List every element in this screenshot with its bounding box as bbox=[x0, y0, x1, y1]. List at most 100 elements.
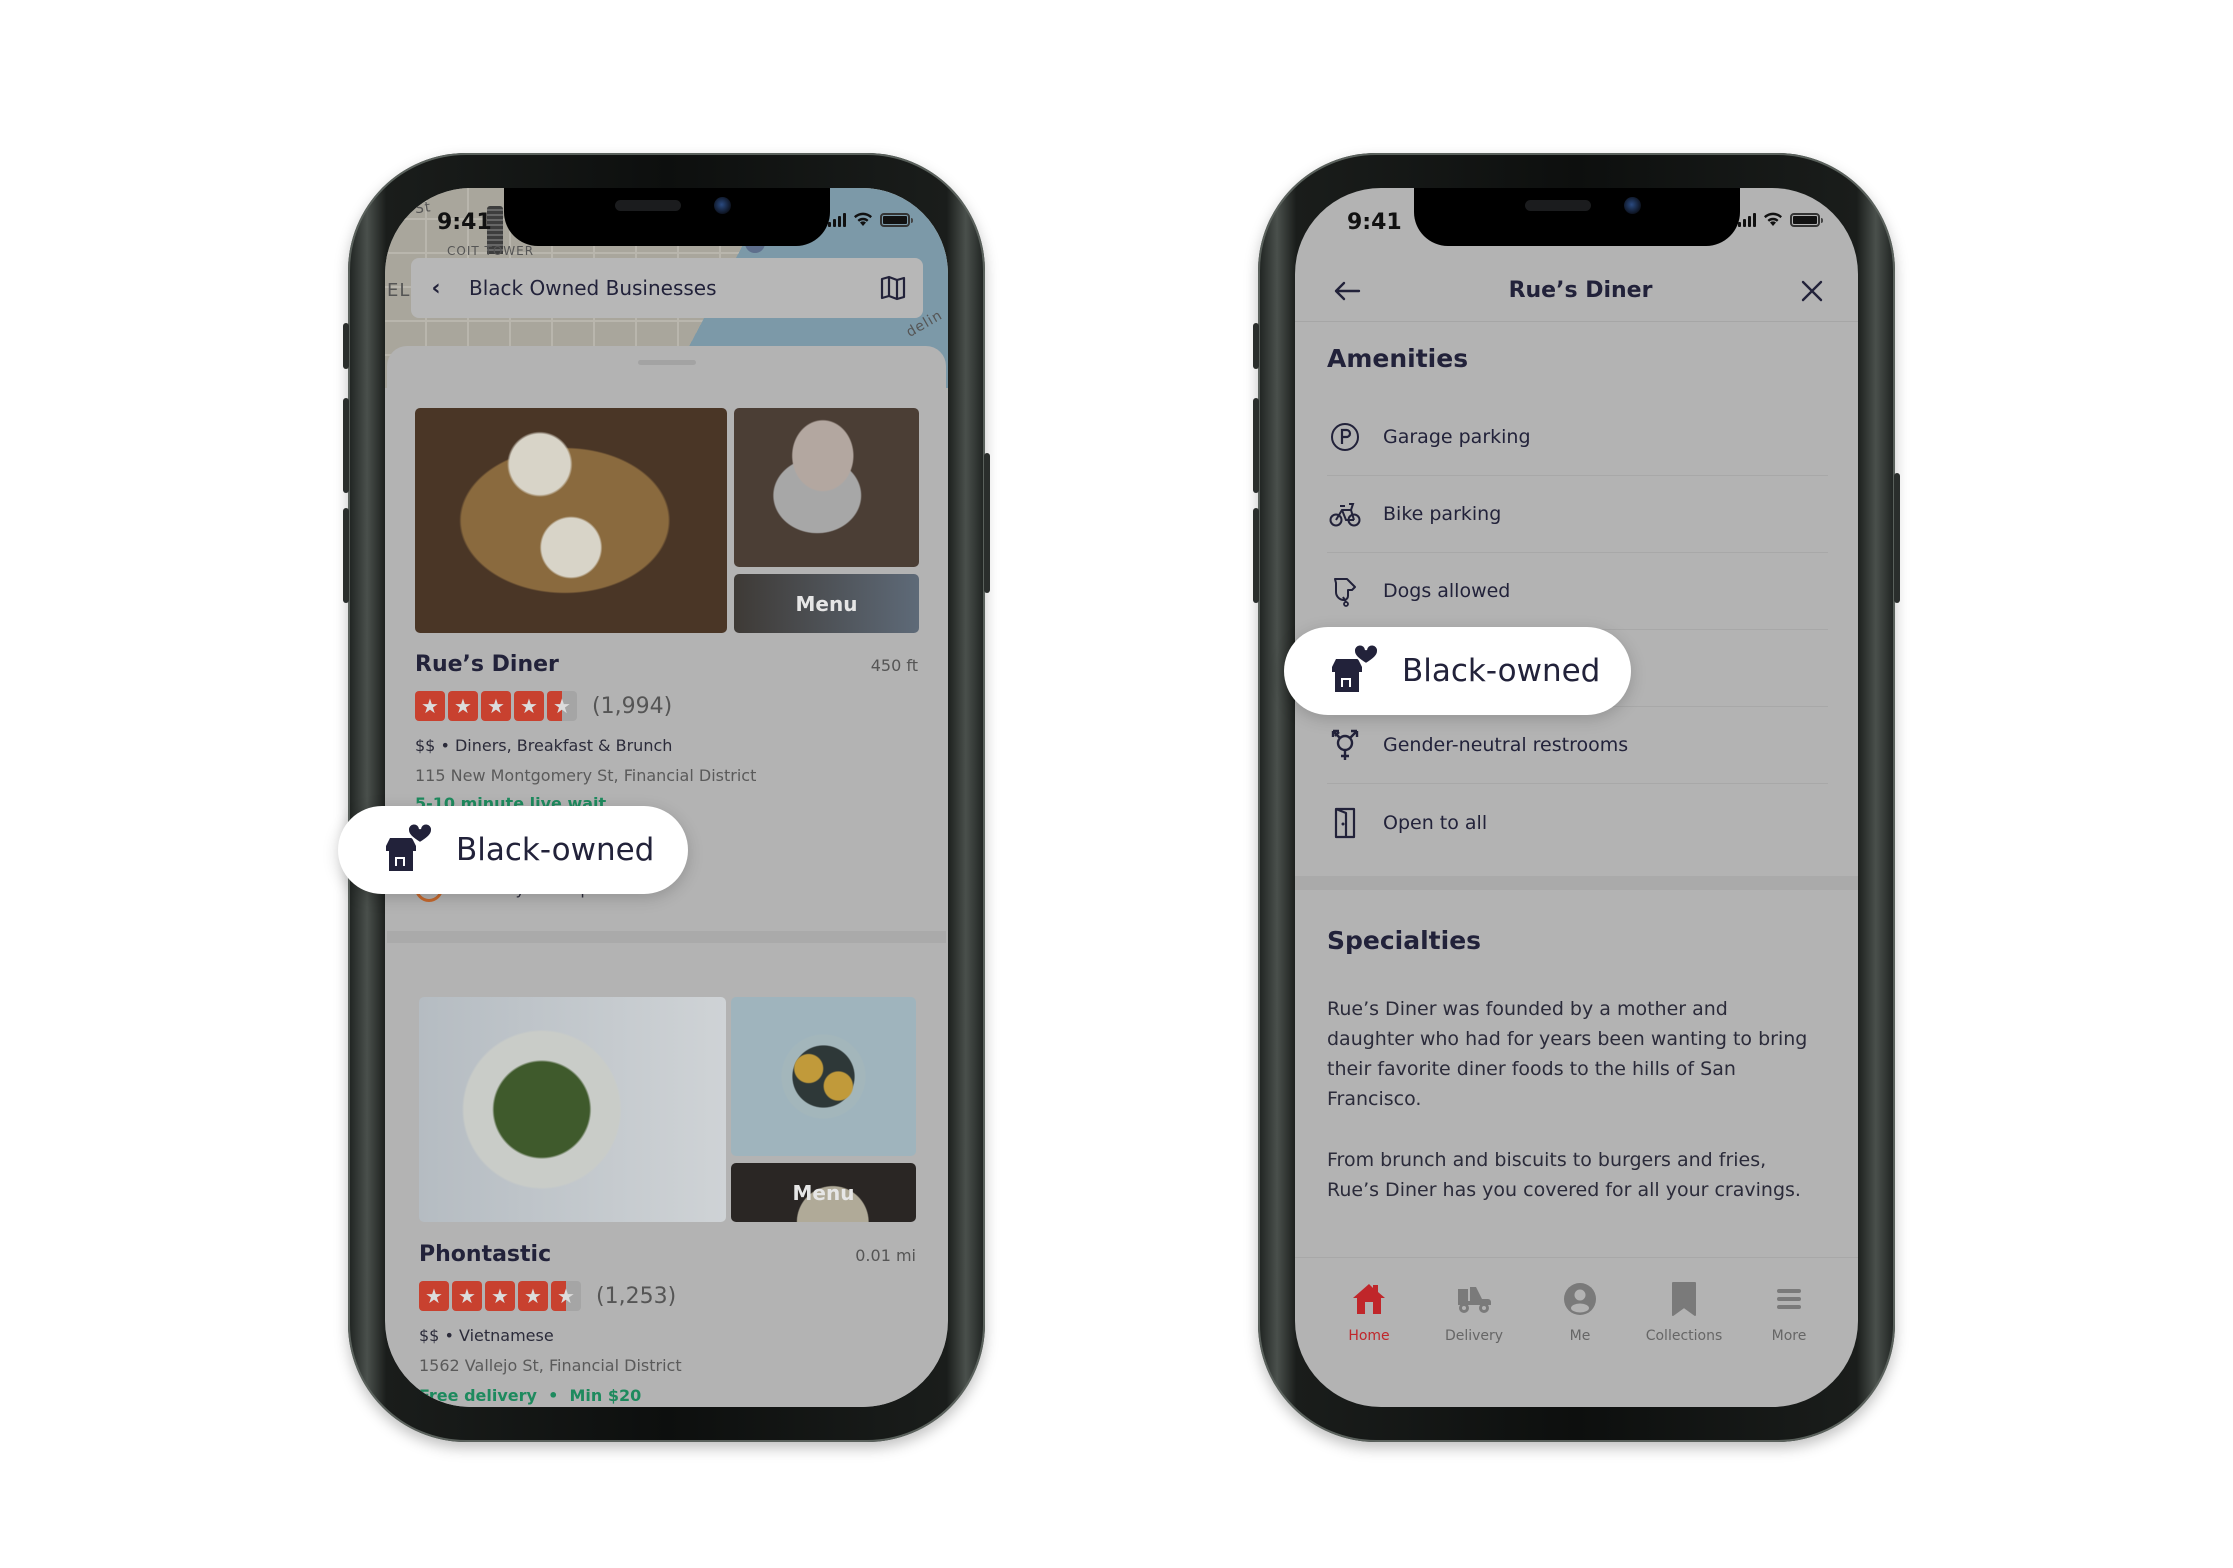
dog-icon bbox=[1334, 578, 1356, 607]
star-icon: ★ bbox=[448, 691, 478, 721]
business-price-categories: $$ • Diners, Breakfast & Brunch bbox=[415, 736, 673, 755]
tab-me[interactable]: Me bbox=[1530, 1280, 1630, 1344]
menu-photo-button[interactable]: Menu bbox=[731, 1163, 916, 1222]
business-address: 1562 Vallejo St, Financial District bbox=[419, 1356, 682, 1375]
menu-photo-button[interactable]: Menu bbox=[734, 574, 919, 633]
tab-more[interactable]: More bbox=[1739, 1280, 1839, 1344]
notch bbox=[503, 188, 830, 246]
detail-header: Rue’s Diner bbox=[1295, 260, 1858, 322]
bookmark-icon bbox=[1672, 1282, 1696, 1316]
signal-icon bbox=[1738, 213, 1756, 227]
business-name[interactable]: Rue’s Diner bbox=[415, 652, 559, 677]
status-time: 9:41 bbox=[437, 210, 492, 235]
volume-up-button bbox=[1253, 398, 1259, 493]
amenity-label: Bike parking bbox=[1383, 503, 1502, 525]
volume-down-button bbox=[343, 508, 349, 603]
business-address: 115 New Montgomery St, Financial Distric… bbox=[415, 766, 757, 785]
map-area-label: EL bbox=[387, 280, 411, 301]
star-rating: ★ ★ ★ ★ ★ (1,253) bbox=[419, 1281, 676, 1311]
battery-icon bbox=[1790, 213, 1823, 227]
black-owned-badge-callout: Black-owned bbox=[338, 806, 688, 894]
map-street-label: ch St bbox=[390, 199, 433, 221]
tab-delivery[interactable]: Delivery bbox=[1424, 1280, 1524, 1344]
menu-icon bbox=[1777, 1289, 1801, 1309]
half-star-icon: ★ bbox=[551, 1281, 581, 1311]
wifi-icon bbox=[1764, 212, 1782, 226]
chevron-left-icon[interactable]: ‹ bbox=[411, 276, 461, 301]
tab-collections[interactable]: Collections bbox=[1634, 1280, 1734, 1344]
bike-icon bbox=[1329, 503, 1361, 527]
gender-neutral-icon bbox=[1331, 729, 1359, 760]
tab-home[interactable]: Home bbox=[1319, 1280, 1419, 1344]
star-icon: ★ bbox=[419, 1281, 449, 1311]
home-icon bbox=[1353, 1284, 1385, 1314]
card-divider bbox=[387, 931, 946, 943]
specialties-title: Specialties bbox=[1327, 926, 1482, 955]
right-screen: 9:41 Rue’s Diner Amenities Garage parkin… bbox=[1295, 188, 1858, 1407]
star-icon: ★ bbox=[452, 1281, 482, 1311]
amenity-item: Dogs allowed bbox=[1327, 553, 1828, 630]
map-toggle-button[interactable] bbox=[863, 274, 923, 302]
detail-title: Rue’s Diner bbox=[1508, 278, 1653, 303]
amenity-label: Open to all bbox=[1383, 811, 1488, 834]
arrow-left-icon[interactable] bbox=[1333, 280, 1361, 302]
left-phone-frame: ch St COIT TOWER EL delin 9:41 ‹ Black O… bbox=[343, 153, 990, 1442]
business-photo-main[interactable] bbox=[419, 997, 726, 1222]
search-header-bar: ‹ Black Owned Businesses bbox=[411, 258, 923, 318]
amenity-item: Garage parking bbox=[1327, 399, 1828, 476]
tab-label: Delivery bbox=[1444, 1328, 1504, 1344]
power-button bbox=[1894, 473, 1900, 603]
business-photo-secondary[interactable] bbox=[734, 408, 919, 567]
notch bbox=[1413, 188, 1740, 246]
menu-label: Menu bbox=[795, 591, 858, 616]
door-icon bbox=[1334, 807, 1356, 838]
star-icon: ★ bbox=[518, 1281, 548, 1311]
map-icon bbox=[880, 275, 906, 301]
black-owned-store-heart-icon bbox=[1332, 645, 1379, 692]
amenity-item: Bike parking bbox=[1327, 476, 1828, 553]
business-price-categories: $$ • Vietnamese bbox=[419, 1326, 554, 1345]
tab-label: Collections bbox=[1645, 1328, 1723, 1344]
status-time: 9:41 bbox=[1347, 210, 1402, 235]
amenities-title: Amenities bbox=[1327, 344, 1469, 373]
section-divider bbox=[1295, 876, 1858, 890]
battery-icon bbox=[880, 213, 913, 227]
star-icon: ★ bbox=[415, 691, 445, 721]
parking-icon bbox=[1331, 423, 1359, 451]
business-name[interactable]: Phontastic bbox=[419, 1242, 551, 1267]
tab-label: More bbox=[1771, 1328, 1807, 1344]
star-rating: ★ ★ ★ ★ ★ (1,994) bbox=[415, 691, 672, 721]
left-screen: ch St COIT TOWER EL delin 9:41 ‹ Black O… bbox=[385, 188, 948, 1407]
badge-label: Black-owned bbox=[1402, 653, 1601, 689]
tab-label: Home bbox=[1348, 1328, 1390, 1344]
sheet-grabber[interactable] bbox=[637, 360, 696, 365]
mute-switch bbox=[343, 323, 349, 369]
close-icon[interactable] bbox=[1800, 279, 1824, 303]
header-title: Black Owned Businesses bbox=[469, 276, 717, 300]
business-distance: 0.01 mi bbox=[855, 1246, 916, 1265]
half-star-icon: ★ bbox=[547, 691, 577, 721]
black-owned-store-heart-icon bbox=[386, 824, 433, 871]
star-icon: ★ bbox=[514, 691, 544, 721]
volume-down-button bbox=[1253, 508, 1259, 603]
badge-label: Black-owned bbox=[456, 832, 655, 868]
status-icons bbox=[1738, 212, 1823, 227]
volume-up-button bbox=[343, 398, 349, 493]
specialties-paragraph: Rue’s Diner was founded by a mother and … bbox=[1327, 998, 1808, 1110]
amenity-label: Gender-neutral restrooms bbox=[1383, 734, 1629, 756]
power-button bbox=[984, 453, 990, 593]
business-delivery-info: Free delivery • Min $20 bbox=[419, 1386, 642, 1405]
review-count: (1,253) bbox=[596, 1283, 677, 1309]
menu-label: Menu bbox=[792, 1180, 855, 1205]
business-photo-secondary[interactable] bbox=[731, 997, 916, 1156]
amenity-item: Gender-neutral restrooms bbox=[1327, 707, 1828, 784]
status-icons bbox=[828, 212, 913, 227]
bottom-tab-bar: Home Delivery Me Collections More bbox=[1295, 1257, 1858, 1407]
tab-label: Me bbox=[1569, 1328, 1591, 1344]
specialties-paragraph: From brunch and biscuits to burgers and … bbox=[1327, 1149, 1801, 1201]
delivery-scooter-icon bbox=[1458, 1287, 1491, 1313]
amenity-label: Garage parking bbox=[1383, 426, 1531, 448]
amenity-item: Open to all bbox=[1327, 784, 1828, 861]
business-photo-main[interactable] bbox=[415, 408, 727, 633]
star-icon: ★ bbox=[481, 691, 511, 721]
